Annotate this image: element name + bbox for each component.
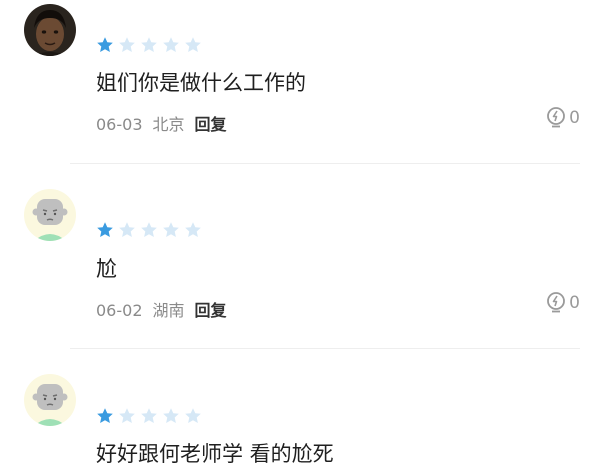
- reply-button[interactable]: 回复: [195, 114, 227, 136]
- star-empty-icon: [185, 408, 201, 423]
- star-filled-icon: [97, 408, 113, 423]
- star-empty-icon: [141, 37, 157, 52]
- star-empty-icon: [163, 37, 179, 52]
- reply-button[interactable]: 回复: [195, 300, 227, 322]
- star-empty-icon: [141, 408, 157, 423]
- star-filled-icon: [97, 222, 113, 237]
- comment-location: 湖南: [152, 301, 185, 320]
- lightbulb-icon: [547, 292, 566, 313]
- divider: [70, 163, 580, 164]
- comment-date: 06-02: [96, 301, 143, 320]
- user-photo-avatar-icon: [24, 4, 76, 56]
- comment-item: 好好跟何老师学 看的尬死: [0, 350, 600, 474]
- default-cartoon-avatar-icon: [24, 189, 76, 241]
- star-empty-icon: [119, 37, 135, 52]
- star-empty-icon: [185, 222, 201, 237]
- star-empty-icon: [119, 408, 135, 423]
- star-empty-icon: [163, 408, 179, 423]
- comment-text: 好好跟何老师学 看的尬死: [96, 442, 334, 466]
- star-empty-icon: [185, 37, 201, 52]
- comment-meta: 06-02 湖南 回复: [96, 300, 227, 322]
- avatar[interactable]: [24, 189, 76, 241]
- comment-location: 北京: [152, 115, 185, 134]
- comment-text: 姐们你是做什么工作的: [96, 71, 306, 95]
- like-count: 0: [569, 108, 580, 128]
- rating-stars: [96, 407, 202, 425]
- star-filled-icon: [97, 37, 113, 52]
- like-button[interactable]: 0: [545, 106, 580, 130]
- comment-meta: 06-03 北京 回复: [96, 114, 227, 136]
- avatar[interactable]: [24, 374, 76, 426]
- like-count: 0: [569, 293, 580, 313]
- star-empty-icon: [141, 222, 157, 237]
- default-cartoon-avatar-icon: [24, 374, 76, 426]
- comment-item: 姐们你是做什么工作的 06-03 北京 回复 0: [0, 0, 600, 165]
- comment-date: 06-03: [96, 115, 143, 134]
- lightbulb-icon: [547, 107, 566, 128]
- star-empty-icon: [119, 222, 135, 237]
- comment-item: 尬 06-02 湖南 回复 0: [0, 165, 600, 350]
- like-button[interactable]: 0: [545, 291, 580, 315]
- rating-stars: [96, 221, 202, 239]
- comment-text: 尬: [96, 257, 117, 281]
- rating-stars: [96, 36, 202, 54]
- star-empty-icon: [163, 222, 179, 237]
- divider: [70, 348, 580, 349]
- avatar[interactable]: [24, 4, 76, 56]
